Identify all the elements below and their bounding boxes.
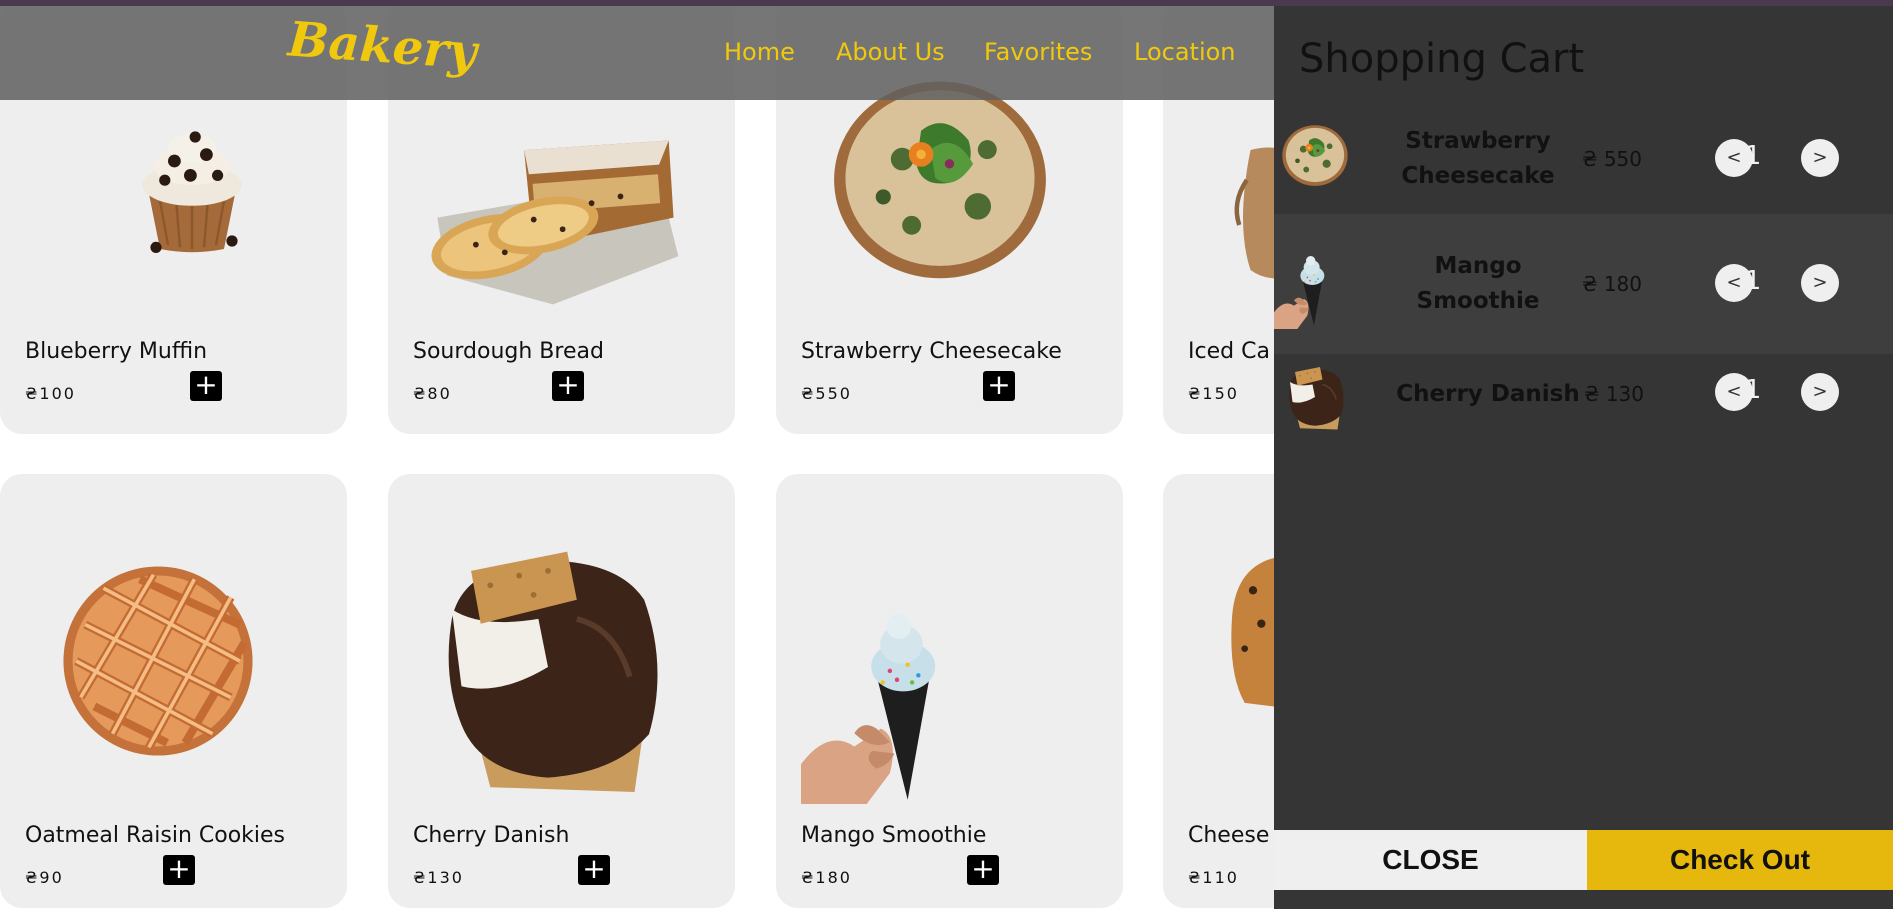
bakery-logo[interactable]: Bakery [286, 11, 478, 80]
add-to-cart-button[interactable]: + [552, 371, 584, 401]
cart-item-name: Cherry Danish [1396, 381, 1580, 407]
product-price: ₴150 [1188, 384, 1239, 403]
product-price: ₴180 [801, 868, 852, 887]
cart-item-price: ₴ 550 [1582, 147, 1643, 171]
product-name: Iced Ca [1188, 339, 1270, 364]
cart-item-price: ₴ 180 [1582, 272, 1643, 296]
close-cart-button[interactable]: CLOSE [1274, 830, 1587, 890]
product-name: Oatmeal Raisin Cookies [25, 823, 286, 848]
add-to-cart-button[interactable]: + [578, 855, 610, 885]
shopping-cart-panel: Shopping Cart Strawberry Cheesecake ₴ 55… [1274, 6, 1893, 909]
cart-item-quantity: 1 [1744, 375, 1762, 405]
nav-about-link[interactable]: About Us [836, 38, 945, 66]
mango-smoothie-image [801, 614, 936, 804]
product-price: ₴80 [413, 384, 452, 403]
cart-item-thumbnail [1288, 366, 1345, 431]
cart-item-name: Strawberry Cheesecake [1401, 128, 1555, 189]
product-name: Strawberry Cheesecake [801, 339, 1062, 364]
cart-item: Mango Smoothie ₴ 180 < 1 > [1274, 214, 1893, 354]
add-to-cart-button[interactable]: + [163, 855, 195, 885]
cherry-danish-image [388, 474, 735, 804]
increment-button[interactable]: > [1801, 264, 1839, 302]
product-price: ₴550 [801, 384, 852, 403]
product-name: Mango Smoothie [801, 823, 987, 848]
increment-button[interactable]: > [1801, 139, 1839, 177]
product-name: Cherry Danish [413, 823, 570, 848]
product-card[interactable]: Mango Smoothie ₴180 + [776, 474, 1123, 908]
product-price: ₴110 [1188, 868, 1239, 887]
product-name: Cheese [1188, 823, 1270, 848]
product-price: ₴100 [25, 384, 76, 403]
cart-item-price: ₴ 130 [1584, 382, 1645, 406]
cart-item: Strawberry Cheesecake ₴ 550 < 1 > [1274, 108, 1893, 214]
cart-item-thumbnail [1274, 256, 1325, 329]
increment-button[interactable]: > [1801, 373, 1839, 411]
cart-item-quantity: 1 [1744, 141, 1762, 171]
add-to-cart-button[interactable]: + [967, 855, 999, 885]
checkout-button[interactable]: Check Out [1587, 830, 1893, 890]
add-to-cart-button[interactable]: + [983, 371, 1015, 401]
oatmeal-raisin-cookies-image [0, 474, 347, 804]
product-name: Blueberry Muffin [25, 339, 208, 364]
nav-location-link[interactable]: Location [1134, 38, 1236, 66]
product-card[interactable]: Cherry Danish ₴130 + [388, 474, 735, 908]
product-price: ₴130 [413, 868, 464, 887]
nav-favorites-link[interactable]: Favorites [984, 38, 1092, 66]
product-card[interactable]: Oatmeal Raisin Cookies ₴90 + [0, 474, 347, 908]
site-header: Bakery Home About Us Favorites Location [0, 6, 1274, 100]
bakery-app: Blueberry Muffin ₴100 + Sourdough Bread … [0, 0, 1893, 909]
cart-item: Cherry Danish ₴ 130 < 1 > [1274, 354, 1893, 444]
cart-item-quantity: 1 [1744, 266, 1762, 296]
add-to-cart-button[interactable]: + [190, 371, 222, 401]
cart-item-name: Mango Smoothie [1416, 253, 1540, 314]
cart-item-thumbnail [1282, 125, 1348, 186]
product-name: Sourdough Bread [413, 339, 604, 364]
product-price: ₴90 [25, 868, 64, 887]
cart-title: Shopping Cart [1299, 36, 1585, 82]
nav-home-link[interactable]: Home [724, 38, 795, 66]
